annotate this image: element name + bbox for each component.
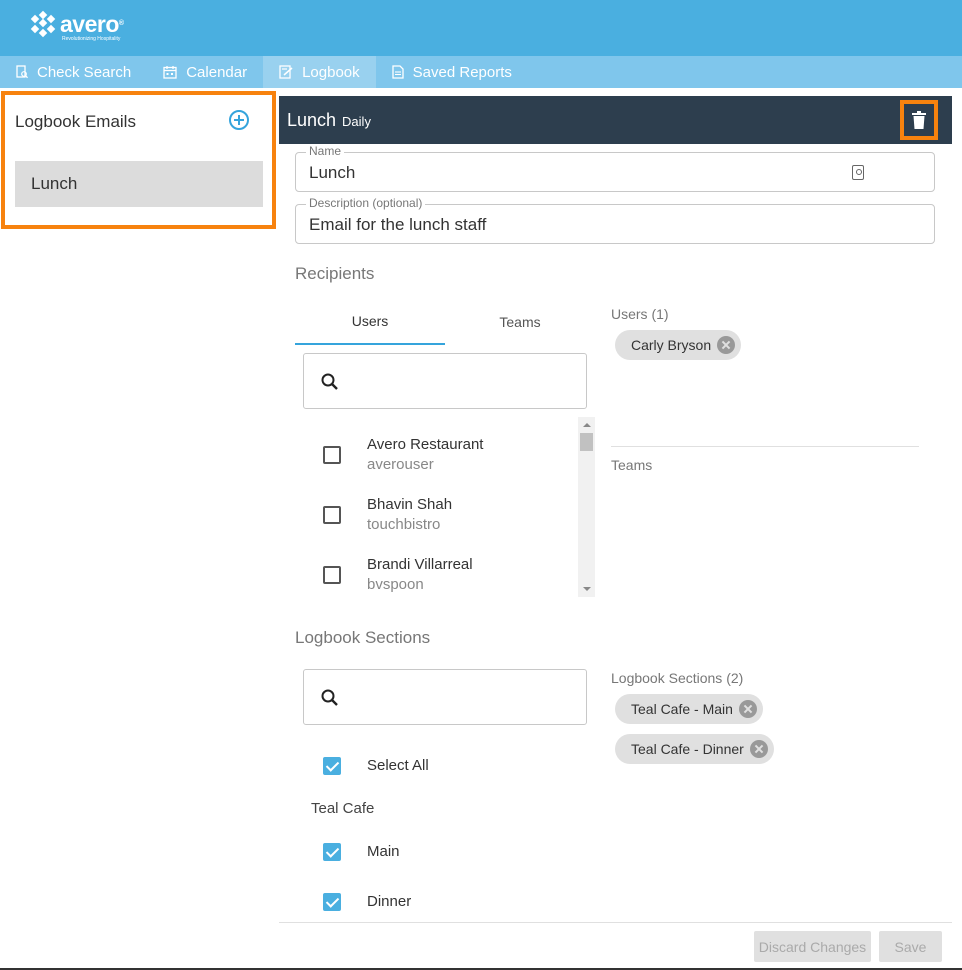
scroll-down-icon[interactable] <box>583 587 591 591</box>
discard-changes-button[interactable]: Discard Changes <box>754 931 871 962</box>
selected-teams-label: Teams <box>611 457 653 473</box>
section-label-main: Main <box>367 843 400 860</box>
logo-tagline: Revolutionizing Hospitality <box>62 36 121 42</box>
scroll-thumb[interactable] <box>580 433 593 451</box>
nav-check-search[interactable]: Check Search <box>0 56 147 88</box>
section-chip: Teal Cafe - Dinner <box>615 734 774 764</box>
user-username: averouser <box>367 456 434 473</box>
nav-saved-reports-label: Saved Reports <box>412 63 512 81</box>
description-field-value: Email for the lunch staff <box>309 215 487 234</box>
contact-card-icon <box>852 165 864 180</box>
nav-check-search-label: Check Search <box>37 63 132 81</box>
tab-teams[interactable]: Teams <box>445 298 595 345</box>
add-email-button[interactable] <box>229 110 249 130</box>
sidebar-item-lunch[interactable]: Lunch <box>15 161 263 207</box>
nav-logbook-label: Logbook <box>302 63 360 81</box>
trash-icon <box>912 111 926 129</box>
description-field-label: Description (optional) <box>306 196 426 210</box>
user-name: Brandi Villarreal <box>367 556 473 573</box>
user-checkbox[interactable] <box>323 506 341 524</box>
user-chip-label: Carly Bryson <box>631 337 712 353</box>
nav-calendar-label: Calendar <box>186 63 248 81</box>
sidebar-title: Logbook Emails <box>15 112 136 131</box>
nav-logbook[interactable]: Logbook <box>263 56 376 88</box>
section-label-dinner: Dinner <box>367 893 412 910</box>
recipients-title: Recipients <box>295 264 375 283</box>
calendar-icon <box>163 66 177 79</box>
list-item[interactable]: Brandi Villarreal bvspoon <box>303 552 578 597</box>
select-all-checkbox[interactable] <box>323 757 341 775</box>
users-list-scrollbar[interactable] <box>578 417 595 597</box>
tab-users-label: Users <box>351 312 389 329</box>
selected-users-label: Users (1) <box>611 306 669 322</box>
nav-saved-reports[interactable]: Saved Reports <box>376 56 528 88</box>
tab-teams-label: Teams <box>499 313 541 330</box>
footer-divider <box>279 922 952 923</box>
users-search-input[interactable] <box>303 353 587 409</box>
list-item[interactable]: Bhavin Shah touchbistro <box>303 492 578 552</box>
remove-chip-icon[interactable] <box>717 336 736 354</box>
search-icon <box>321 373 338 390</box>
email-header: Lunch Daily <box>279 96 952 144</box>
header-frequency: Daily <box>342 114 371 129</box>
name-field-label: Name <box>306 144 345 158</box>
top-bar: avero® Revolutionizing Hospitality <box>0 0 962 56</box>
remove-chip-icon[interactable] <box>738 700 757 718</box>
selected-sections-label: Logbook Sections (2) <box>611 670 744 686</box>
name-field-value: Lunch <box>309 163 356 182</box>
logo-name: avero <box>60 11 119 37</box>
users-list: Avero Restaurant averouser Bhavin Shah t… <box>303 417 595 597</box>
user-name: Avero Restaurant <box>367 436 484 453</box>
user-name: Bhavin Shah <box>367 496 453 513</box>
avero-logo[interactable]: avero® Revolutionizing Hospitality <box>30 10 124 42</box>
user-username: bvspoon <box>367 576 424 593</box>
scroll-up-icon[interactable] <box>583 423 591 427</box>
divider <box>611 446 919 447</box>
section-chip-label: Teal Cafe - Dinner <box>631 741 744 757</box>
description-field[interactable]: Description (optional) Email for the lun… <box>295 196 935 244</box>
list-item[interactable]: Avero Restaurant averouser <box>303 432 578 492</box>
sidebar-item-label: Lunch <box>31 174 78 193</box>
save-button[interactable]: Save <box>879 931 942 962</box>
check-search-icon <box>16 65 28 79</box>
section-checkbox-dinner[interactable] <box>323 893 341 911</box>
section-group-label: Teal Cafe <box>311 800 375 817</box>
header-title: Lunch <box>287 110 337 130</box>
nav-calendar[interactable]: Calendar <box>147 56 263 88</box>
section-checkbox-main[interactable] <box>323 843 341 861</box>
sections-search-input[interactable] <box>303 669 587 725</box>
logbook-emails-panel: Logbook Emails Lunch <box>1 91 276 229</box>
user-checkbox[interactable] <box>323 446 341 464</box>
remove-chip-icon[interactable] <box>749 740 768 758</box>
logbook-icon <box>279 65 293 79</box>
user-username: touchbistro <box>367 516 441 533</box>
delete-button[interactable] <box>900 100 938 140</box>
logbook-sections-title: Logbook Sections <box>295 628 431 647</box>
section-chip: Teal Cafe - Main <box>615 694 763 724</box>
section-chip-label: Teal Cafe - Main <box>631 701 733 717</box>
user-checkbox[interactable] <box>323 566 341 584</box>
search-icon <box>321 689 338 706</box>
document-icon <box>392 65 404 79</box>
avero-logo-mark-icon <box>30 10 58 40</box>
user-chip: Carly Bryson <box>615 330 742 360</box>
tab-users[interactable]: Users <box>295 298 445 345</box>
name-field[interactable]: Name Lunch <box>295 144 935 192</box>
main-nav: Check Search Calendar Logbook Saved Repo… <box>0 56 962 88</box>
logo-trademark: ® <box>118 20 124 27</box>
select-all-label: Select All <box>367 757 429 774</box>
